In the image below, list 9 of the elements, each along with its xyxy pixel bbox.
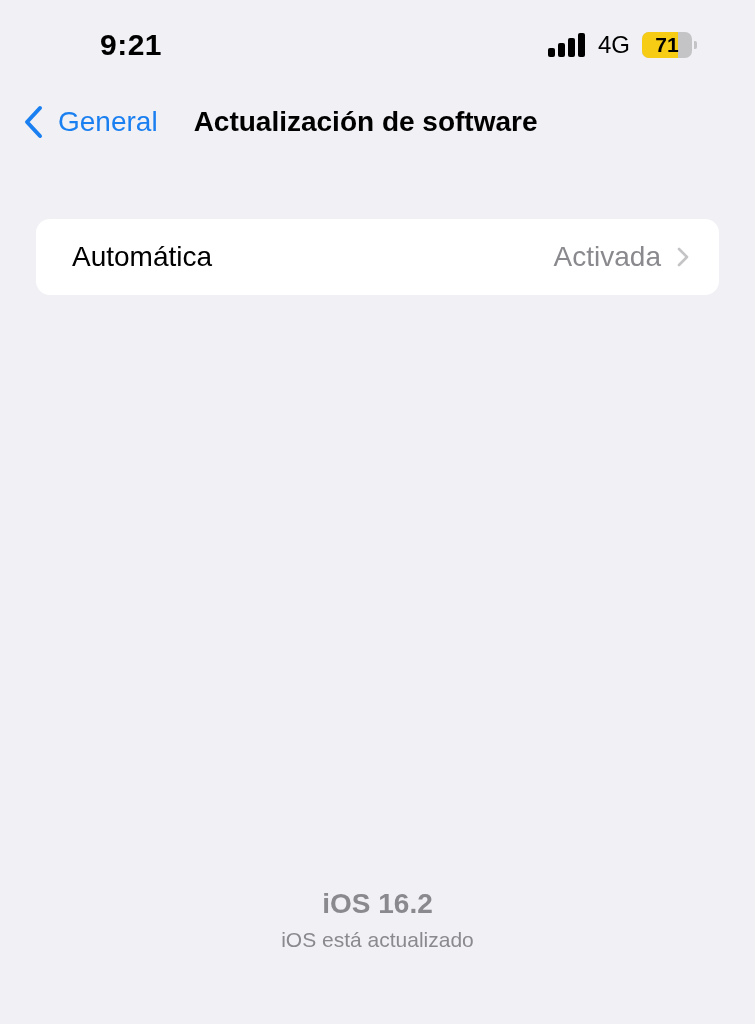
page-title: Actualización de software (193, 106, 538, 138)
chevron-left-icon (22, 105, 44, 139)
update-status: iOS está actualizado (281, 928, 474, 952)
signal-icon (548, 33, 586, 57)
ios-version: iOS 16.2 (322, 888, 433, 920)
network-label: 4G (598, 31, 630, 59)
chevron-right-icon (677, 247, 689, 267)
status-time: 9:21 (100, 28, 163, 62)
settings-row[interactable]: Automática Activada (36, 219, 719, 295)
